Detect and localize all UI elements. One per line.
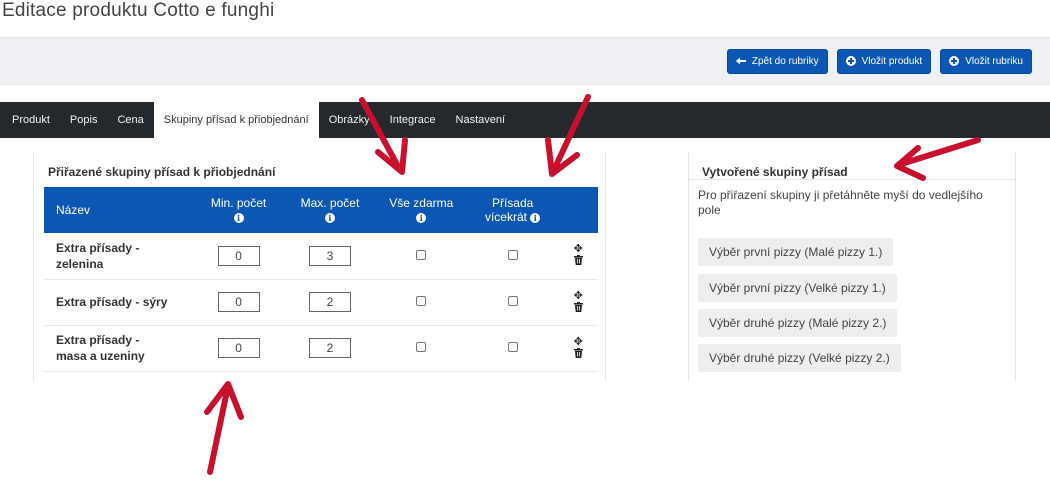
drag-hint-text: Pro přiřazení skupiny ji přetáhněte myší… xyxy=(698,188,983,217)
column-header-min-label: Min. počet xyxy=(210,196,267,210)
row-name-line: Extra přísady - xyxy=(56,240,140,255)
row-name-line: masa a uzeniny xyxy=(56,349,145,363)
toolbar: Zpět do rubriky Vložit produkt Vložit ru… xyxy=(0,37,1050,85)
product-edit-page: Editace produktu Cotto e funghi Zpět do … xyxy=(0,0,1050,480)
column-header-free-label: Vše zdarma xyxy=(389,196,454,210)
max-count-input[interactable] xyxy=(308,292,351,312)
trash-icon[interactable] xyxy=(558,347,598,361)
all-free-checkbox[interactable] xyxy=(416,249,427,260)
tab-integration[interactable]: Integrace xyxy=(380,102,446,138)
plus-circle-icon xyxy=(845,56,856,66)
multiple-times-checkbox[interactable] xyxy=(507,342,518,352)
row-name-line: Extra přísady - sýry xyxy=(56,295,168,309)
ingredient-group-chip[interactable]: Výběr první pizzy (Velké pizzy 1.) xyxy=(698,274,897,302)
column-header-max: Max. počet i xyxy=(284,187,375,233)
back-to-category-button[interactable]: Zpět do rubriky xyxy=(726,48,828,74)
assigned-groups-table: Název Min. počet i Max. počet i Vše zdar… xyxy=(44,187,598,372)
row-free-cell xyxy=(376,233,467,279)
row-max-cell xyxy=(284,279,375,325)
trash-icon[interactable] xyxy=(558,301,598,315)
min-count-input[interactable] xyxy=(217,338,260,358)
add-category-button[interactable]: Vložit rubriku xyxy=(940,48,1032,74)
column-header-actions xyxy=(558,187,598,233)
annotation-arrow xyxy=(207,383,231,475)
add-category-label: Vložit rubriku xyxy=(965,55,1023,67)
table-row: Extra přísady - sýry ✥ xyxy=(44,279,598,325)
column-header-multiple-label-1: Přísada xyxy=(491,196,534,210)
info-icon[interactable]: i xyxy=(416,212,427,223)
column-header-min: Min. počet i xyxy=(193,187,284,233)
max-count-input[interactable] xyxy=(308,245,351,266)
move-icon[interactable]: ✥ xyxy=(558,290,598,302)
row-multi-cell xyxy=(467,233,558,279)
max-count-input[interactable] xyxy=(308,338,351,358)
tab-bar: Produkt Popis Cena Skupiny přísad k přio… xyxy=(0,102,1050,138)
multiple-times-checkbox[interactable] xyxy=(507,249,518,260)
row-max-cell xyxy=(284,325,375,371)
row-name: Extra přísady - masa a uzeniny xyxy=(44,325,193,371)
move-icon[interactable]: ✥ xyxy=(558,243,598,255)
ingredient-group-chip[interactable]: Výběr první pizzy (Malé pizzy 1.) xyxy=(698,238,894,266)
row-name-line: zelenina xyxy=(56,256,104,271)
arrow-left-icon xyxy=(735,56,746,66)
assigned-groups-panel: Přiřazené skupiny přísad k přiobjednání … xyxy=(33,151,606,381)
created-groups-panel: Vytvořené skupiny přísad Pro přiřazení s… xyxy=(688,151,1016,381)
info-icon[interactable]: i xyxy=(233,212,244,223)
page-title: Editace produktu Cotto e funghi xyxy=(2,0,275,21)
tab-price[interactable]: Cena xyxy=(107,102,153,138)
row-free-cell xyxy=(376,279,467,325)
column-header-max-label: Max. počet xyxy=(300,196,360,210)
min-count-input[interactable] xyxy=(217,245,260,266)
row-name: Extra přísady - zelenina xyxy=(44,233,193,279)
ingredient-group-chip[interactable]: Výběr druhé pizzy (Malé pizzy 2.) xyxy=(698,309,898,337)
row-name-line: Extra přísady - xyxy=(56,333,140,347)
info-icon[interactable]: i xyxy=(324,212,335,223)
tab-product[interactable]: Produkt xyxy=(2,102,60,138)
row-actions-cell: ✥ xyxy=(558,279,598,325)
row-actions-cell: ✥ xyxy=(558,325,598,371)
column-header-multiple-label-2: vícekrát xyxy=(484,210,527,224)
column-header-free: Vše zdarma i xyxy=(376,187,467,233)
row-min-cell xyxy=(193,279,284,325)
table-row: Extra přísady - zelenina ✥ xyxy=(44,233,598,279)
plus-circle-icon xyxy=(949,56,960,66)
all-free-checkbox[interactable] xyxy=(416,342,427,352)
tab-images[interactable]: Obrázky xyxy=(319,102,380,138)
table-row: Extra přísady - masa a uzeniny ✥ xyxy=(44,325,598,371)
assigned-groups-heading: Přiřazené skupiny přísad k přiobjednání xyxy=(48,165,276,179)
row-min-cell xyxy=(193,233,284,279)
row-actions-cell: ✥ xyxy=(558,233,598,279)
add-product-label: Vložit produkt xyxy=(861,55,923,67)
created-groups-dropzone[interactable]: Pro přiřazení skupiny ji přetáhněte myší… xyxy=(689,179,1015,381)
row-max-cell xyxy=(284,233,375,279)
row-free-cell xyxy=(376,325,467,371)
table-header-row: Název Min. počet i Max. počet i Vše zdar… xyxy=(44,187,598,233)
row-min-cell xyxy=(193,325,284,371)
back-to-category-label: Zpět do rubriky xyxy=(751,55,819,67)
column-header-name: Název xyxy=(44,187,193,233)
created-groups-heading: Vytvořené skupiny přísad xyxy=(702,165,848,179)
column-header-name-label: Název xyxy=(56,203,91,217)
min-count-input[interactable] xyxy=(217,292,260,312)
row-name: Extra přísady - sýry xyxy=(44,279,193,325)
tab-description[interactable]: Popis xyxy=(60,102,108,138)
trash-icon[interactable] xyxy=(558,255,598,268)
all-free-checkbox[interactable] xyxy=(416,296,427,306)
move-icon[interactable]: ✥ xyxy=(558,336,598,348)
annotation-arrow xyxy=(204,381,244,420)
column-header-multiple: Přísada vícekrát i xyxy=(467,187,558,233)
row-multi-cell xyxy=(467,325,558,371)
add-product-button[interactable]: Vložit produkt xyxy=(836,48,932,74)
multiple-times-checkbox[interactable] xyxy=(507,296,518,306)
ingredient-group-chip[interactable]: Výběr druhé pizzy (Velké pizzy 2.) xyxy=(698,344,901,372)
tab-ingredient-groups[interactable]: Skupiny přísad k přiobjednání xyxy=(153,102,319,138)
info-icon[interactable]: i xyxy=(530,212,541,223)
tab-settings[interactable]: Nastavení xyxy=(446,102,516,138)
row-multi-cell xyxy=(467,279,558,325)
